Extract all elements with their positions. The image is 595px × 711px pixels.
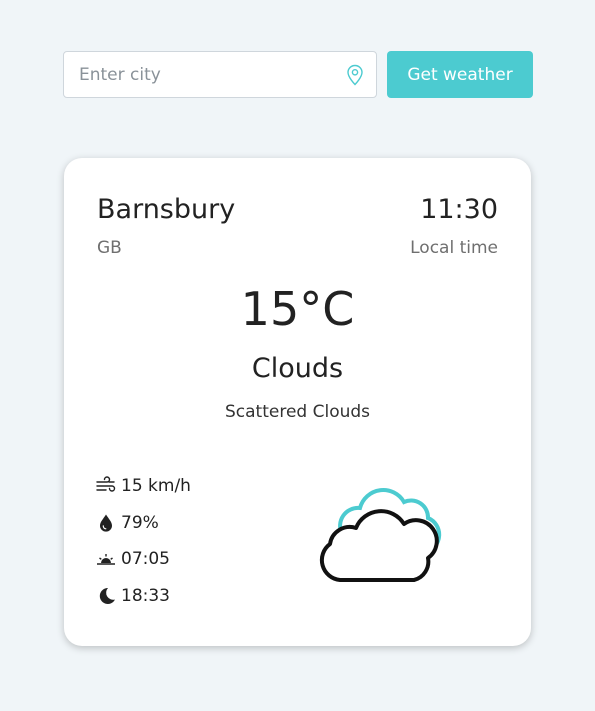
city-name: Barnsbury [97,194,236,225]
sunrise-time: 07:05 [121,549,170,570]
sunset-time: 18:33 [121,585,170,606]
city-input-wrapper [63,51,377,98]
sunrise-stat: 07:05 [95,541,191,578]
humidity-value: 79% [121,512,159,533]
local-time-label: Local time [410,238,498,258]
weather-card: Barnsbury 11:30 GB Local time 15°C Cloud… [64,158,531,646]
sunrise-icon [97,554,115,565]
wind-stat: 15 km/h [95,468,191,505]
search-bar: Get weather [63,51,533,98]
weather-condition: Clouds [251,353,344,384]
city-input[interactable] [64,52,376,97]
temperature: 15°C [240,282,355,336]
water-drop-icon [100,514,112,532]
country-code: GB [97,238,122,258]
get-weather-button[interactable]: Get weather [387,51,533,98]
wind-speed: 15 km/h [121,476,191,497]
clouds-icon [319,488,442,582]
weather-description: Scattered Clouds [224,402,371,422]
humidity-stat: 79% [95,505,191,542]
local-time-value: 11:30 [420,194,498,225]
wind-icon [96,476,116,492]
sunset-stat: 18:33 [95,578,191,615]
moon-icon [99,587,115,604]
map-pin-icon[interactable] [346,64,364,86]
weather-stats: 15 km/h 79% 07:05 18:33 [95,468,191,614]
